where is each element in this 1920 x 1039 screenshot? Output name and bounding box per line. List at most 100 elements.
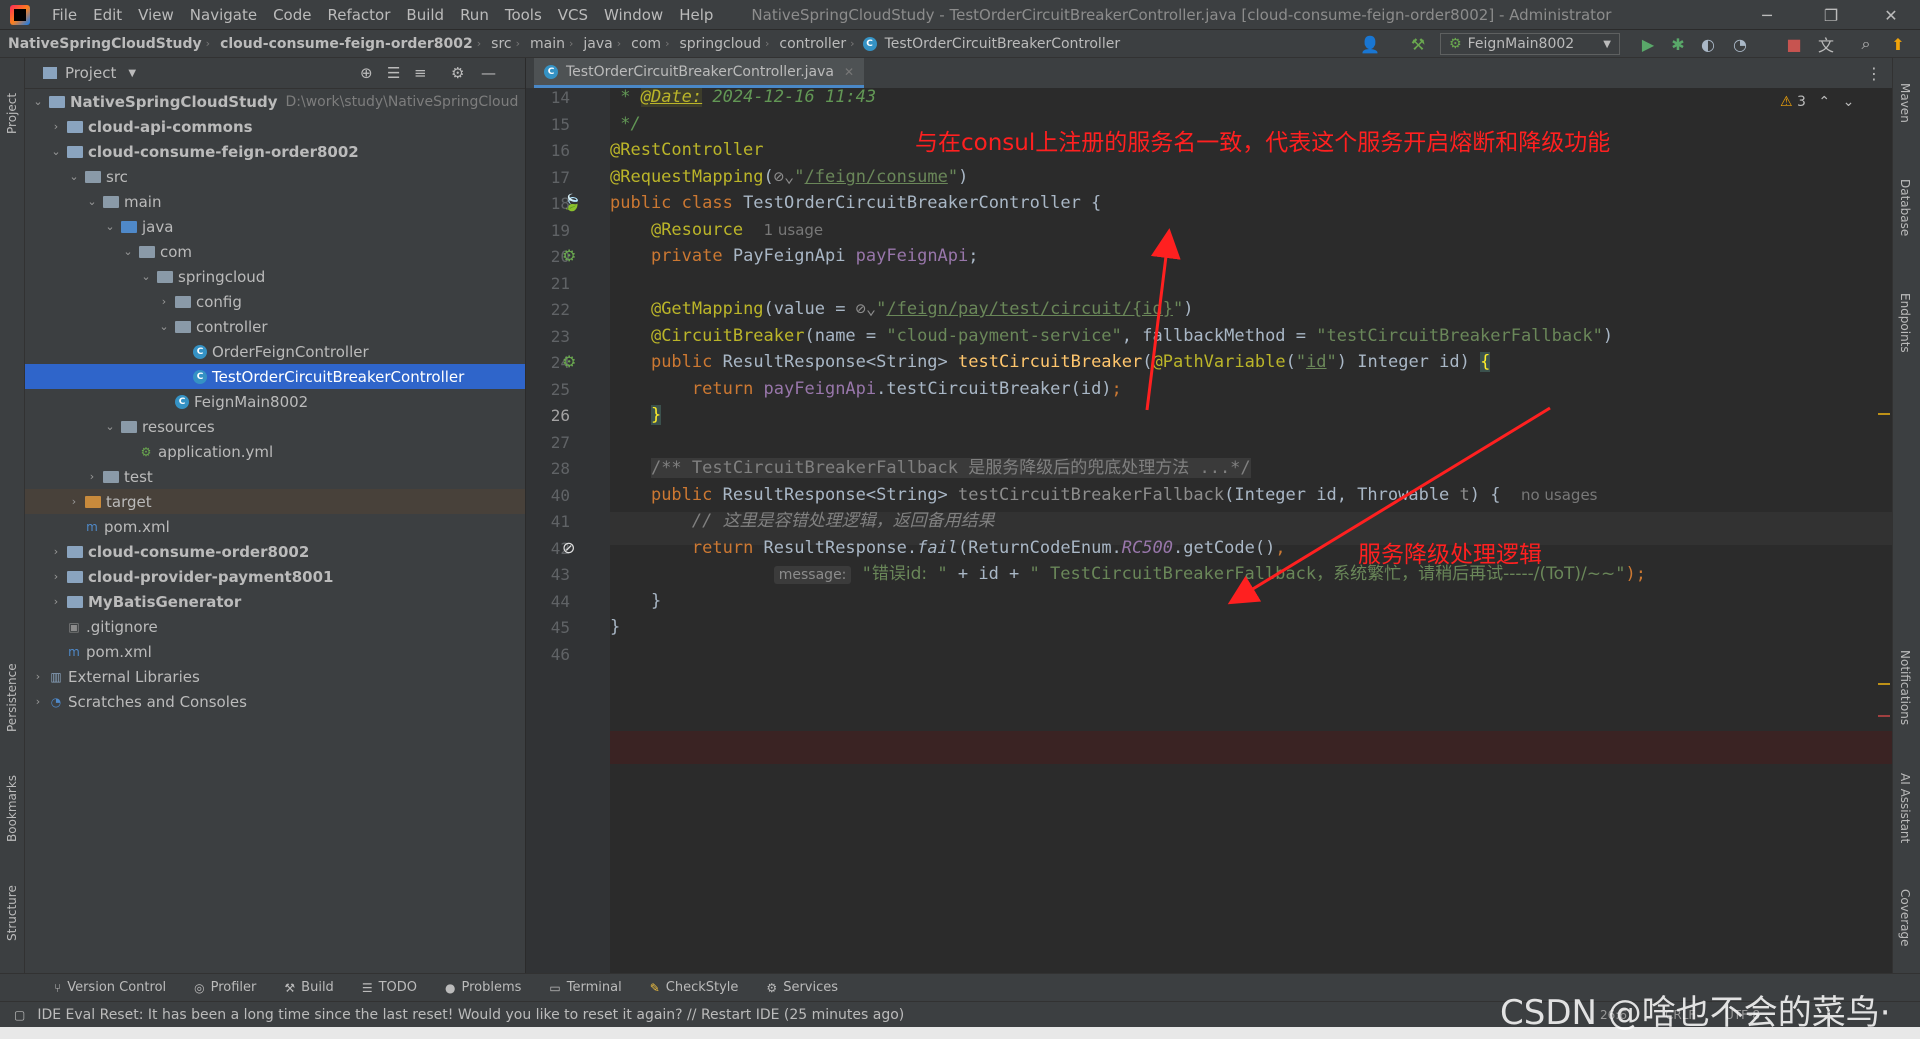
tree-item[interactable]: ▣ .gitignore	[25, 614, 525, 639]
translate-icon[interactable]: 文	[1816, 34, 1836, 55]
tree-item[interactable]: › MyBatisGenerator	[25, 589, 525, 614]
tab-notifications[interactable]: Notifications	[1895, 638, 1915, 738]
tree-item[interactable]: ⌄ springcloud	[25, 264, 525, 289]
tree-item[interactable]: ⌄ resources	[25, 414, 525, 439]
tool-window-problems[interactable]: ● Problems	[431, 980, 535, 995]
injection-icon[interactable]: ⚙	[562, 246, 576, 265]
intellij-logo-icon[interactable]	[10, 4, 30, 25]
search-icon[interactable]: ⌕	[1856, 34, 1876, 54]
tab-maven[interactable]: Maven	[1895, 68, 1915, 138]
close-window-button[interactable]: ✕	[1868, 0, 1914, 29]
previous-highlight-icon[interactable]: ⌃	[1818, 94, 1830, 110]
tree-item[interactable]: ⌄ java	[25, 214, 525, 239]
tab-project[interactable]: Project	[2, 78, 22, 148]
panel-toggle-icon[interactable]: ▢	[14, 1008, 25, 1022]
collapse-all-icon[interactable]: ≡	[414, 64, 427, 82]
tree-item[interactable]: ⌄ NativeSpringCloudStudy D:\work\study\Nat…	[25, 89, 525, 114]
chevron-down-icon[interactable]: ⌄	[67, 170, 81, 183]
debug-icon[interactable]: ✱	[1668, 34, 1688, 54]
spring-mapping-icon[interactable]: ⚙	[562, 352, 576, 371]
project-panel-title[interactable]: Project	[65, 64, 116, 82]
tool-window-checkstyle[interactable]: ✎ CheckStyle	[636, 980, 753, 995]
chevron-right-icon[interactable]: ›	[31, 695, 45, 708]
menu-run[interactable]: Run	[452, 6, 497, 24]
chevron-down-icon[interactable]: ▼	[128, 68, 136, 79]
chevron-right-icon[interactable]: ›	[157, 295, 171, 308]
run-icon[interactable]: ▶	[1638, 34, 1658, 54]
tab-database[interactable]: Database	[1895, 168, 1915, 248]
chevron-right-icon[interactable]: ›	[49, 120, 63, 133]
restore-button[interactable]: ❐	[1808, 0, 1854, 29]
chevron-down-icon[interactable]: ⌄	[49, 145, 63, 158]
tool-window-profiler[interactable]: ◎ Profiler	[180, 980, 270, 995]
breadcrumb-item[interactable]: main	[522, 36, 567, 52]
chevron-down-icon[interactable]: ⌄	[121, 245, 135, 258]
tab-ai-assistant[interactable]: AI Assistant	[1895, 758, 1915, 858]
minimize-button[interactable]: ─	[1744, 0, 1790, 29]
tree-item[interactable]: m pom.xml	[25, 514, 525, 539]
menu-help[interactable]: Help	[671, 6, 721, 24]
gear-icon[interactable]: ⚙	[451, 64, 464, 82]
tree-item[interactable]: › cloud-api-commons	[25, 114, 525, 139]
menu-tools[interactable]: Tools	[497, 6, 550, 24]
spring-bean-icon[interactable]: 🍃	[562, 193, 582, 212]
inspection-widget[interactable]: ⚠ 3 ⌃ ⌄	[1780, 94, 1854, 110]
breadcrumb-item[interactable]: controller	[771, 36, 848, 52]
breadcrumb-item[interactable]: cloud-consume-feign-order8002	[212, 36, 475, 52]
chevron-right-icon[interactable]: ›	[49, 545, 63, 558]
tree-item[interactable]: ⌄ com	[25, 239, 525, 264]
breadcrumb-item[interactable]: springcloud	[671, 36, 763, 52]
tab-coverage[interactable]: Coverage	[1895, 873, 1915, 963]
profile-run-icon[interactable]: ◔	[1730, 34, 1750, 54]
tree-item[interactable]: m pom.xml	[25, 639, 525, 664]
code-editor[interactable]: * @Date: 2024-12-16 11:43 */ @RestContro…	[610, 88, 1892, 973]
tree-item[interactable]: C FeignMain8002	[25, 389, 525, 414]
line-number[interactable]: 46	[526, 638, 570, 671]
locate-file-icon[interactable]: ⊕	[360, 64, 373, 82]
tree-item[interactable]: › config	[25, 289, 525, 314]
chevron-right-icon[interactable]: ›	[67, 495, 81, 508]
tab-structure[interactable]: Structure	[2, 868, 22, 958]
chevron-down-icon[interactable]: ⌄	[103, 220, 117, 233]
update-icon[interactable]: ⬆	[1888, 34, 1908, 54]
menu-window[interactable]: Window	[596, 6, 671, 24]
tab-testordercircuitbreakercontroller[interactable]: C TestOrderCircuitBreakerController.java…	[534, 58, 865, 88]
tree-item[interactable]: ⌄ main	[25, 189, 525, 214]
close-tab-icon[interactable]: ✕	[844, 65, 854, 79]
tree-item[interactable]: › target	[25, 489, 525, 514]
tree-item[interactable]: C OrderFeignController	[25, 339, 525, 364]
more-options-icon[interactable]: ⋮	[1866, 64, 1882, 83]
chevron-right-icon[interactable]: ›	[31, 670, 45, 683]
menu-navigate[interactable]: Navigate	[182, 6, 265, 24]
expand-all-icon[interactable]: ☰	[387, 64, 400, 82]
breadcrumb-item[interactable]: src	[483, 36, 513, 52]
menu-view[interactable]: View	[130, 6, 182, 24]
tree-item[interactable]: ⌄ src	[25, 164, 525, 189]
tool-window-services[interactable]: ⚙ Services	[752, 980, 852, 995]
tool-window-terminal[interactable]: ▭ Terminal	[535, 980, 635, 995]
tree-item[interactable]: › cloud-consume-order8002	[25, 539, 525, 564]
chevron-right-icon[interactable]: ›	[49, 570, 63, 583]
tree-item[interactable]: › test	[25, 464, 525, 489]
breadcrumb-item[interactable]: NativeSpringCloudStudy	[0, 36, 204, 52]
tab-persistence[interactable]: Persistence	[2, 648, 22, 748]
chevron-down-icon[interactable]: ⌄	[103, 420, 117, 433]
chevron-down-icon[interactable]: ⌄	[85, 195, 99, 208]
chevron-down-icon[interactable]: ⌄	[157, 320, 171, 333]
status-message[interactable]: IDE Eval Reset: It has been a long time …	[37, 1007, 904, 1023]
chevron-down-icon[interactable]: ⌄	[31, 95, 45, 108]
chevron-right-icon[interactable]: ›	[85, 470, 99, 483]
tree-item[interactable]: ⚙ application.yml	[25, 439, 525, 464]
hide-panel-icon[interactable]: —	[481, 64, 496, 82]
breadcrumb-item[interactable]: TestOrderCircuitBreakerController	[877, 36, 1123, 52]
tab-endpoints[interactable]: Endpoints	[1895, 278, 1915, 368]
breadcrumb-item[interactable]: java	[575, 36, 614, 52]
menu-code[interactable]: Code	[265, 6, 319, 24]
hammer-build-icon[interactable]: ⚒	[1408, 34, 1428, 54]
tool-window-version-control[interactable]: ⑂ Version Control	[40, 980, 180, 995]
menu-edit[interactable]: Edit	[85, 6, 130, 24]
chevron-down-icon[interactable]: ⌄	[139, 270, 153, 283]
user-icon[interactable]: 👤	[1360, 34, 1380, 54]
menu-refactor[interactable]: Refactor	[319, 6, 398, 24]
chevron-right-icon[interactable]: ›	[49, 595, 63, 608]
